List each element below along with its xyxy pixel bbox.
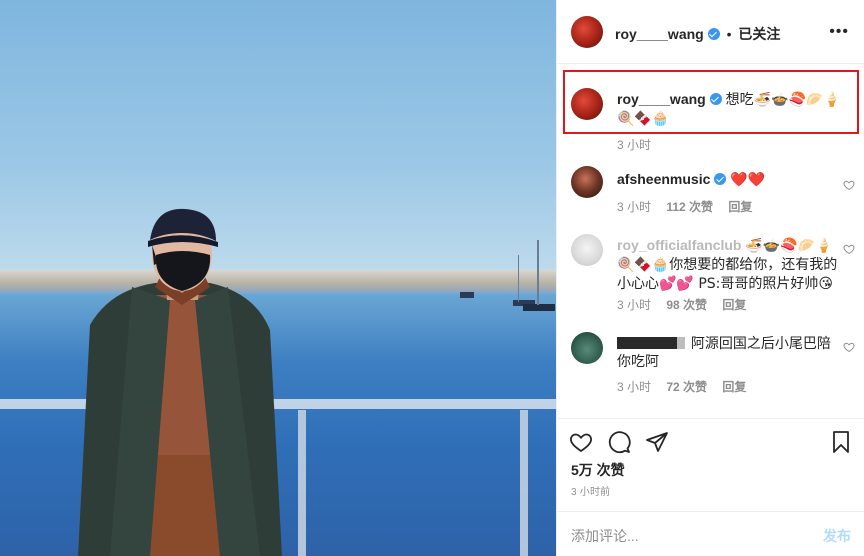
like-comment-heart-icon[interactable] [843,179,855,191]
post-time[interactable]: 3 小时前 [571,483,610,498]
post-header: roy____wang • 已关注 ••• [557,0,864,64]
reply-button[interactable]: 回复 [722,380,746,394]
comment-meta: 3 小时 72 次赞 回复 [617,378,758,395]
post-comment-button[interactable]: 发布 [823,526,851,546]
verified-badge-icon [707,28,720,40]
save-bookmark-icon[interactable] [829,430,853,454]
post-sidebar: roy____wang • 已关注 ••• roy____wang 想吃🍜🍲🍣🥟… [556,0,864,556]
caption-time[interactable]: 3 小时 [617,138,651,152]
comment-text-line: roy_officialfanclub 🍜🍲🍣🥟🍦🍭🍫🧁你想要的都给你，还有我的… [617,236,842,293]
header-username[interactable]: roy____wang [615,26,704,42]
separator-dot: • [726,26,732,42]
railing-post [520,410,528,556]
like-comment-heart-icon[interactable] [843,243,855,255]
comment-meta: 3 小时 98 次赞 回复 [617,296,758,313]
caption-highlight-box [563,70,859,134]
mast [537,240,539,305]
header-user-line: roy____wang • 已关注 [615,24,780,44]
comment-time[interactable]: 3 小时 [617,200,651,214]
comment-username[interactable]: afsheenmusic [617,171,710,187]
comment-text-line: afsheenmusic ❤️❤️ [617,170,842,189]
post-actions: 5万 次赞 3 小时前 添加评论... 发布 [557,418,864,556]
redaction-fade [677,337,685,349]
more-options-icon[interactable]: ••• [829,24,849,40]
like-heart-icon[interactable] [569,430,593,454]
comment-time[interactable]: 3 小时 [617,380,651,394]
like-comment-heart-icon[interactable] [843,341,855,353]
reply-button[interactable]: 回复 [722,298,746,312]
comment-item: afsheenmusic ❤️❤️ 3 小时 112 次赞 回复 [569,164,861,224]
comment-likes[interactable]: 98 次赞 [666,298,707,312]
railing-post [298,410,306,556]
person-figure [78,208,282,556]
sailboat [523,304,555,311]
comment-item: roy_officialfanclub 🍜🍲🍣🥟🍦🍭🍫🧁你想要的都给你，还有我的… [569,232,861,318]
comment-bubble-icon[interactable] [607,430,631,454]
avatar[interactable] [571,234,603,266]
comment-text-line: 阿源回国之后小尾巴陪你吃阿 [617,334,842,370]
comment-item: 阿源回国之后小尾巴陪你吃阿 3 小时 72 次赞 回复 [569,330,861,400]
sailboat [460,292,474,298]
post-photo[interactable] [0,0,556,556]
reply-button[interactable]: 回复 [728,200,752,214]
instagram-post-view: roy____wang • 已关注 ••• roy____wang 想吃🍜🍲🍣🥟… [0,0,864,556]
comment-input[interactable]: 添加评论... [571,526,639,546]
comment-text: ❤️❤️ [730,172,766,188]
comment-likes[interactable]: 112 次赞 [666,200,713,214]
verified-badge-icon [714,173,727,185]
comment-time[interactable]: 3 小时 [617,298,651,312]
mast [518,255,519,302]
comment-likes[interactable]: 72 次赞 [666,380,707,394]
caption-meta: 3 小时 [617,136,663,153]
follow-status[interactable]: 已关注 [738,26,780,42]
add-comment-bar: 添加评论... 发布 [557,511,864,556]
share-send-icon[interactable] [645,430,669,454]
comments-list: roy____wang 想吃🍜🍲🍣🥟🍦🍭🍫🧁 3 小时 afsheenmusic… [557,64,864,418]
comment-username[interactable]: roy_officialfanclub [617,237,741,253]
likes-count[interactable]: 5万 次赞 [571,460,625,480]
redacted-username [617,337,677,349]
avatar[interactable] [571,332,603,364]
avatar[interactable] [571,166,603,198]
avatar[interactable] [571,16,603,48]
comment-meta: 3 小时 112 次赞 回复 [617,198,764,215]
